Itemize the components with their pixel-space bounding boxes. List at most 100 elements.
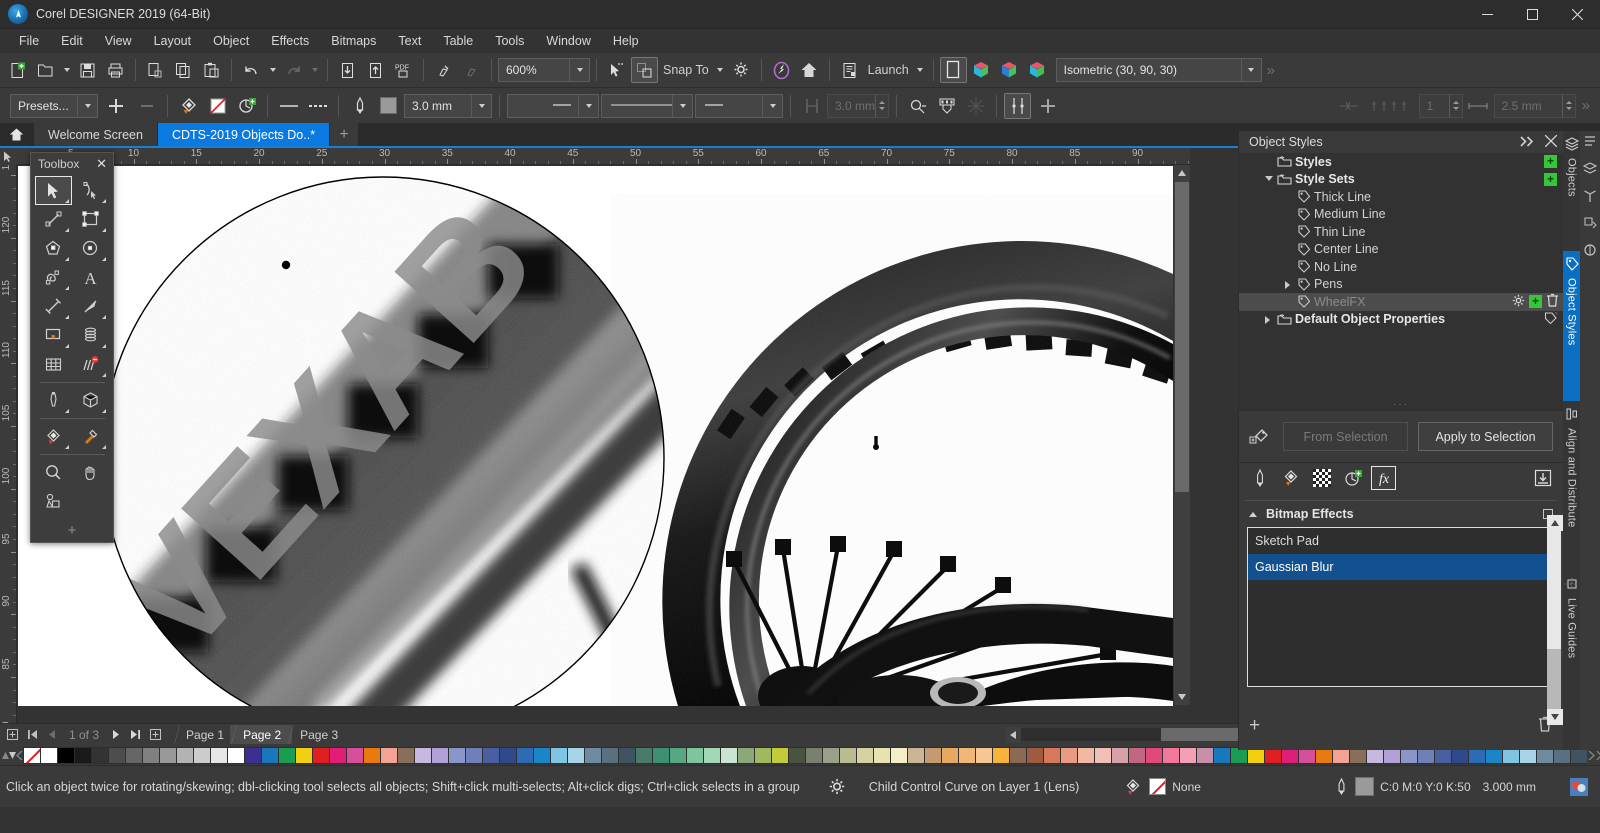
palette-color-swatch[interactable] <box>1043 747 1060 764</box>
welcome-home-icon[interactable] <box>796 57 823 83</box>
snap-to-dropdown[interactable] <box>714 57 727 83</box>
palette-no-color-swatch[interactable] <box>23 747 40 764</box>
launch-dropdown[interactable] <box>914 57 927 83</box>
presets-combo[interactable]: Presets... <box>10 94 98 118</box>
palette-color-swatch[interactable] <box>414 747 431 764</box>
palette-color-swatch[interactable] <box>499 747 516 764</box>
freehand-tool-flyout-arrow[interactable] <box>65 286 69 290</box>
start-arrow-dropdown-arrow[interactable] <box>578 95 598 117</box>
add-style-button[interactable]: + <box>1544 155 1557 168</box>
palette-color-swatch[interactable] <box>975 747 992 764</box>
cube-green-icon[interactable] <box>1024 57 1051 83</box>
palette-color-swatch[interactable] <box>261 747 278 764</box>
bitmap-effects-fx-icon[interactable]: fx <box>1371 466 1396 490</box>
callout-tool[interactable] <box>72 292 109 321</box>
lens-icon[interactable] <box>1340 466 1365 490</box>
line-style-dashed-icon[interactable] <box>304 93 331 119</box>
polygon-tool-flyout-arrow[interactable] <box>65 257 69 261</box>
next-page-button[interactable] <box>106 725 125 744</box>
effects-scroll-up[interactable] <box>1547 515 1563 531</box>
redo-dropdown[interactable] <box>308 57 321 83</box>
palette-color-swatch[interactable] <box>1162 747 1179 764</box>
polygon-tool[interactable] <box>35 234 72 263</box>
page-tab-3[interactable]: Page 3 <box>287 725 349 744</box>
previous-page-button[interactable] <box>43 725 62 744</box>
palette-color-swatch[interactable] <box>516 747 533 764</box>
cube-blue-icon[interactable] <box>996 57 1023 83</box>
repeat-count-spinner[interactable] <box>1449 95 1462 117</box>
palette-color-swatch[interactable] <box>108 747 125 764</box>
palette-color-swatch[interactable] <box>1094 747 1111 764</box>
palette-color-swatch[interactable] <box>652 747 669 764</box>
toolbox-panel[interactable]: Toolbox ✕ <box>30 152 114 543</box>
ellipse-tool-flyout-arrow[interactable] <box>102 257 106 261</box>
palette-color-swatch[interactable] <box>295 747 312 764</box>
palette-color-swatch[interactable] <box>1128 747 1145 764</box>
last-page-button[interactable] <box>126 725 145 744</box>
projected-extrude-flyout-arrow[interactable] <box>65 409 69 413</box>
rectangle-tool[interactable] <box>72 205 109 234</box>
palette-color-swatch[interactable] <box>1213 747 1230 764</box>
effects-panel-scrollbar[interactable] <box>1547 515 1561 715</box>
redo-icon[interactable] <box>280 57 307 83</box>
palette-color-swatch[interactable] <box>329 747 346 764</box>
spacing-value-field[interactable]: 2.5 mm <box>1494 94 1576 118</box>
menu-effects[interactable]: Effects <box>260 31 320 51</box>
paste-icon[interactable] <box>198 57 225 83</box>
palette-color-swatch[interactable] <box>584 747 601 764</box>
options-gear-icon[interactable] <box>728 57 755 83</box>
minimize-button[interactable] <box>1465 0 1510 29</box>
palette-more[interactable] <box>16 746 23 764</box>
menu-tools[interactable]: Tools <box>484 31 535 51</box>
palette-color-swatch[interactable] <box>465 747 482 764</box>
canvas-vertical-scrollbar[interactable] <box>1174 165 1190 705</box>
freehand-tool[interactable] <box>35 263 72 292</box>
docker-resize-grip[interactable]: ... <box>1239 396 1563 408</box>
menu-window[interactable]: Window <box>535 31 601 51</box>
effects-scroll-down[interactable] <box>1547 709 1563 725</box>
palette-color-swatch[interactable] <box>890 747 907 764</box>
hatching-tool-flyout-arrow[interactable] <box>102 373 106 377</box>
ellipse-tool[interactable] <box>72 234 109 263</box>
properties-icon[interactable] <box>1583 135 1597 152</box>
end-arrow-dropdown-arrow[interactable] <box>762 95 782 117</box>
palette-color-swatch[interactable] <box>924 747 941 764</box>
hatching-tool[interactable] <box>72 350 109 379</box>
palette-color-swatch[interactable] <box>125 747 142 764</box>
start-arrow-combo[interactable] <box>507 94 599 118</box>
effects-list[interactable]: Sketch PadGaussian Blur <box>1247 527 1555 687</box>
color-proof-icon[interactable] <box>1564 773 1594 801</box>
fill-tool[interactable] <box>35 422 72 451</box>
line-style-combo[interactable] <box>601 94 693 118</box>
palette-color-swatch[interactable] <box>1060 747 1077 764</box>
rail-tab-align-distribute[interactable]: Align and Distribute <box>1563 401 1580 571</box>
maximize-button[interactable] <box>1510 0 1555 29</box>
style-settings-gear-icon[interactable] <box>1512 294 1525 310</box>
zoom-level-combo[interactable]: 600% <box>498 58 590 82</box>
palette-color-swatch[interactable] <box>431 747 448 764</box>
snap-to-label[interactable]: Snap To <box>659 63 713 77</box>
horizontal-ruler[interactable]: 51015202530354045505560657075808590 <box>0 148 1190 165</box>
palette-color-swatch[interactable] <box>74 747 91 764</box>
open-recent-dropdown[interactable] <box>60 57 73 83</box>
expander-closed-icon[interactable] <box>1285 281 1290 289</box>
style-tree-row[interactable]: Styles+ <box>1239 153 1563 171</box>
blend-tool[interactable] <box>72 321 109 350</box>
projected-axes-icon[interactable] <box>1583 189 1597 206</box>
menu-text[interactable]: Text <box>387 31 432 51</box>
docker-close-icon[interactable] <box>1545 135 1557 150</box>
palette-color-swatch[interactable] <box>856 747 873 764</box>
page-frame-icon[interactable] <box>940 57 967 83</box>
palette-color-swatch[interactable] <box>822 747 839 764</box>
palette-color-swatch[interactable] <box>1196 747 1213 764</box>
palette-color-swatch[interactable] <box>1145 747 1162 764</box>
palette-color-swatch[interactable] <box>244 747 261 764</box>
rail-tab-live-guides[interactable]: Live Guides <box>1563 571 1580 701</box>
tab-welcome-screen[interactable]: Welcome Screen <box>34 123 158 146</box>
palette-color-swatch[interactable] <box>567 747 584 764</box>
rail-tab-object-styles[interactable]: Object Styles <box>1563 251 1580 401</box>
palette-color-swatch[interactable] <box>771 747 788 764</box>
tab-cdts-2019-objects[interactable]: CDTS-2019 Objects Do..* <box>158 123 330 146</box>
style-tree-row[interactable]: Medium Line <box>1239 206 1563 224</box>
palette-color-swatch[interactable] <box>363 747 380 764</box>
